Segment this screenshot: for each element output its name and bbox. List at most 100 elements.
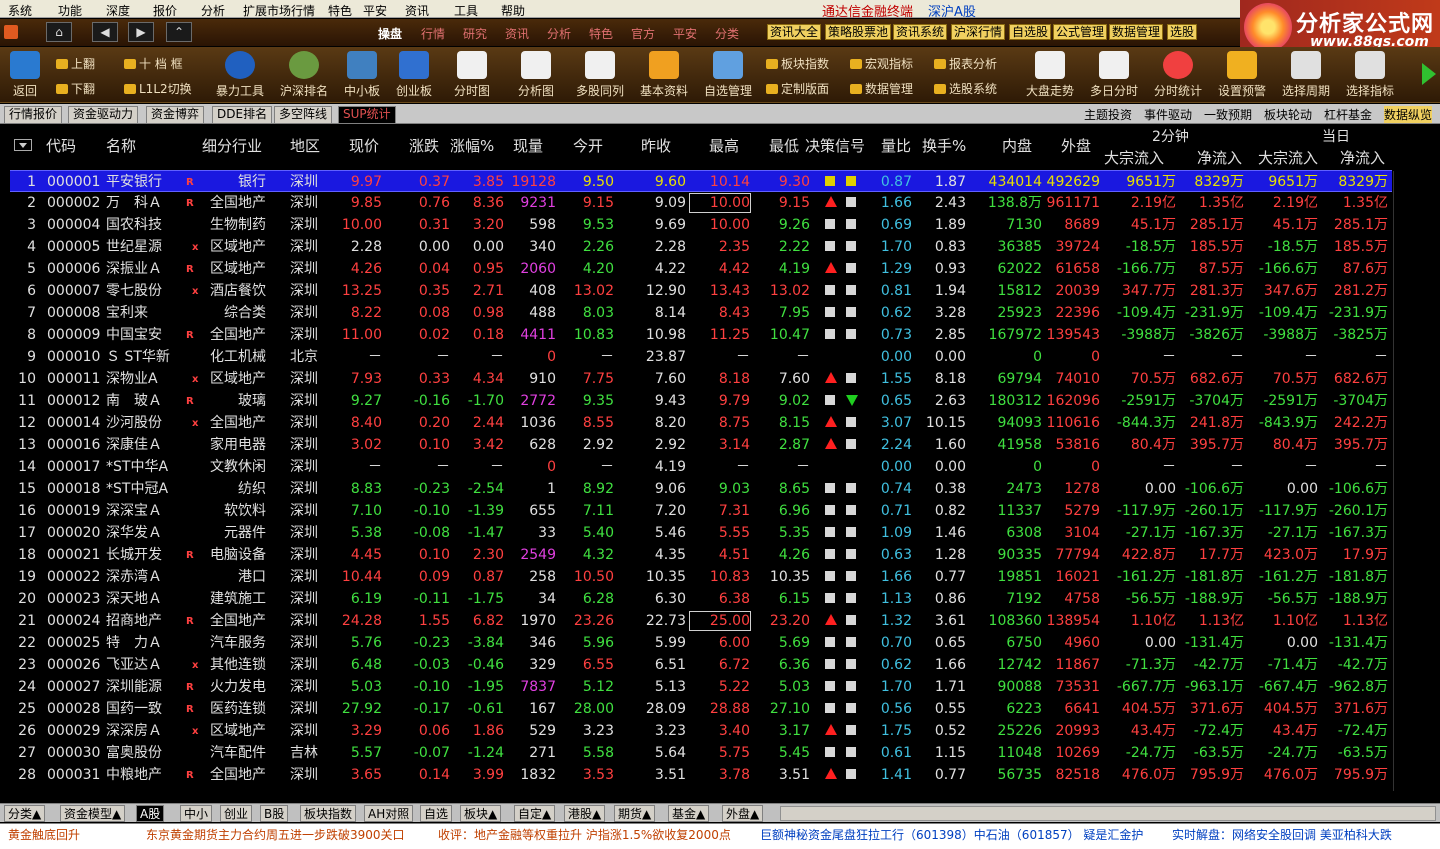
header-high[interactable]: 最高	[709, 135, 739, 156]
toolbar-timechart[interactable]: 分时图	[450, 47, 494, 103]
header-name[interactable]: 名称	[106, 135, 136, 156]
table-row[interactable]: 15 000018 *ST中冠A 纺织 深圳 8.83 -0.23 -2.54 1 8.92 9.0…	[10, 478, 1392, 500]
up-button[interactable]: ⌃	[166, 22, 192, 42]
toolbar-period[interactable]: 选择周期	[1278, 47, 1334, 103]
table-row[interactable]: 24 000027 深圳能源 火力发电 深圳 5.03 -0.10 -1.95 7837 5.12…	[10, 676, 1392, 698]
btn-formula[interactable]: 公式管理	[1053, 24, 1108, 40]
btab-b-share[interactable]: B股	[260, 805, 289, 822]
header-bigin-today[interactable]: 大宗流入	[1258, 147, 1318, 168]
toolbar-multiday[interactable]: 多日分时	[1086, 47, 1142, 103]
table-row[interactable]: 1 000001 平安银行 银行 深圳 9.97 0.37 3.85 19128 9.50 9.60…	[10, 170, 1392, 192]
header-low[interactable]: 最低	[769, 135, 799, 156]
toolbar-basic[interactable]: 基本资料	[636, 47, 692, 103]
play-icon[interactable]	[1422, 63, 1436, 85]
header-turnover[interactable]: 换手%	[922, 135, 966, 156]
table-row[interactable]: 21 000024 招商地产 全国地产 深圳 24.28 1.55 6.82 1970 23.26…	[10, 610, 1392, 632]
toolbar-datamgr[interactable]: 数据管理	[850, 80, 913, 97]
tab-news[interactable]: 资讯	[505, 25, 529, 42]
tab-trade[interactable]: 操盘	[378, 25, 402, 42]
btab-category[interactable]: 分类▲	[4, 805, 46, 822]
toolbar-small[interactable]: 中小板	[340, 47, 384, 103]
table-row[interactable]: 3 000004 国农科技 生物制药 深圳 10.00 0.31 3.20 598 9.53 9.6…	[10, 214, 1392, 236]
btab-smallcap[interactable]: 中小	[180, 805, 213, 822]
toolbar-layout[interactable]: 定制版面	[766, 80, 829, 97]
menu-info[interactable]: 资讯	[405, 2, 429, 19]
header-price[interactable]: 现价	[349, 135, 379, 156]
header-inner[interactable]: 内盘	[1002, 135, 1032, 156]
menu-depth[interactable]: 深度	[106, 2, 130, 19]
menu-function[interactable]: 功能	[58, 2, 82, 19]
table-row[interactable]: 9 000010 Ｓ ST华新 化工机械 北京 － － － 0 － 23.87 － － 0.00 0.00 0…	[10, 346, 1392, 368]
btab-hk[interactable]: 港股▲	[564, 805, 606, 822]
table-row[interactable]: 17 000020 深华发Ａ 元器件 深圳 5.38 -0.08 -1.47 33 5.40 5.4…	[10, 522, 1392, 544]
header-bigin-2min[interactable]: 大宗流入	[1104, 147, 1164, 168]
menu-analysis[interactable]: 分析	[201, 2, 225, 19]
ticker-item[interactable]: 实时解盘：网络安全股回调 美亚柏科大跌	[1172, 826, 1392, 843]
tab-theme[interactable]: 主题投资	[1084, 106, 1132, 123]
table-row[interactable]: 26 000029 深深房Ａ 区域地产 深圳 3.29 0.06 1.86 529 3.23 3.2…	[10, 720, 1392, 742]
table-row[interactable]: 8 000009 中国宝安 全国地产 深圳 11.00 0.02 0.18 4411 10.83 1…	[10, 324, 1392, 346]
tab-sup[interactable]: SUP统计	[338, 106, 396, 123]
table-row[interactable]: 23 000026 飞亚达Ａ 其他连锁 深圳 6.48 -0.03 -0.46 329 6.55 6…	[10, 654, 1392, 676]
header-open[interactable]: 今开	[573, 135, 603, 156]
table-row[interactable]: 25 000028 国药一致 医药连锁 深圳 27.92 -0.17 -0.61 167 28.0…	[10, 698, 1392, 720]
ticker-item[interactable]: 巨额神秘资金尾盘狂拉工行（601398）中石油（601857） 疑是汇金护	[760, 826, 1143, 843]
tab-longshort[interactable]: 多空阵线	[274, 106, 333, 123]
table-row[interactable]: 5 000006 深振业Ａ 区域地产 深圳 4.26 0.04 0.95 2060 4.20 4.2…	[10, 258, 1392, 280]
btab-futures[interactable]: 期货▲	[614, 805, 656, 822]
btab-a-share[interactable]: A股	[136, 805, 165, 822]
header-ratio[interactable]: 量比	[881, 135, 911, 156]
toolbar-timestat[interactable]: 分时统计	[1150, 47, 1206, 103]
tab-rotation[interactable]: 板块轮动	[1264, 106, 1312, 123]
btab-fund[interactable]: 基金▲	[668, 805, 710, 822]
toolbar-level-box[interactable]: 十 档 框	[124, 55, 183, 72]
ticker-item[interactable]: 黄金触底回升	[8, 826, 80, 843]
tab-consensus[interactable]: 一致预期	[1204, 106, 1252, 123]
menu-special[interactable]: 特色	[328, 2, 352, 19]
table-row[interactable]: 28 000031 中粮地产 全国地产 深圳 3.65 0.14 3.99 1832 3.53 3.…	[10, 764, 1392, 786]
toolbar-hs-rank[interactable]: 沪深排名	[276, 47, 332, 103]
tab-research[interactable]: 研究	[463, 25, 487, 42]
menu-system[interactable]: 系统	[8, 2, 32, 19]
ticker-item[interactable]: 东京黄金期货主力合约周五进一步跌破3900关口	[146, 826, 405, 843]
tab-fund-drive[interactable]: 资金驱动力	[68, 106, 139, 123]
toolbar-back[interactable]: 返回	[4, 47, 46, 103]
table-row[interactable]: 7 000008 宝利来 综合类 深圳 8.22 0.08 0.98 488 8.03 8.14 8.…	[10, 302, 1392, 324]
ticker-item[interactable]: 收评：地产金融等权重拉升 沪指涨1.5%欲收复2000点	[438, 826, 731, 843]
table-row[interactable]: 14 000017 *ST中华A 文教休闲 深圳 － － － 0 － 4.19 － － 0.00 0.00 0…	[10, 456, 1392, 478]
header-pct[interactable]: 涨幅%	[450, 135, 494, 156]
btab-sector[interactable]: 板块▲	[460, 805, 502, 822]
toolbar-analysis[interactable]: 分析图	[514, 47, 558, 103]
header-vol[interactable]: 现量	[513, 135, 543, 156]
header-netin-2min[interactable]: 净流入	[1197, 147, 1242, 168]
forward-button[interactable]: ▶	[128, 22, 154, 42]
toolbar-gem[interactable]: 创业板	[392, 47, 436, 103]
btab-sector-index[interactable]: 板块指数	[300, 805, 357, 822]
btab-watchlist[interactable]: 自选	[420, 805, 453, 822]
header-outer[interactable]: 外盘	[1061, 135, 1091, 156]
tab-leverage[interactable]: 杠杆基金	[1324, 106, 1372, 123]
toolbar-sector[interactable]: 板块指数	[766, 55, 829, 72]
toolbar-report[interactable]: 报表分析	[934, 55, 997, 72]
toolbar-pageup[interactable]: 上翻	[56, 55, 95, 72]
tab-quote[interactable]: 行情	[421, 25, 445, 42]
table-row[interactable]: 13 000016 深康佳Ａ 家用电器 深圳 3.02 0.10 3.42 628 2.92 2.9…	[10, 434, 1392, 456]
btn-info-system[interactable]: 资讯系统	[893, 24, 948, 40]
toolbar-l1l2[interactable]: L1L2切换	[124, 80, 192, 97]
header-industry[interactable]: 细分行业	[202, 135, 262, 156]
menu-tools[interactable]: 工具	[454, 2, 478, 19]
menu-pingan[interactable]: 平安	[363, 2, 387, 19]
btab-custom[interactable]: 自定▲	[514, 805, 556, 822]
header-change[interactable]: 涨跌	[409, 135, 439, 156]
toolbar-macro[interactable]: 宏观指标	[850, 55, 913, 72]
tab-fund-game[interactable]: 资金博弈	[146, 106, 205, 123]
toolbar-pagedown[interactable]: 下翻	[56, 80, 95, 97]
table-row[interactable]: 16 000019 深深宝Ａ 软饮料 深圳 7.10 -0.10 -1.39 655 7.11 7.…	[10, 500, 1392, 522]
table-row[interactable]: 10 000011 深物业A 区域地产 深圳 7.93 0.33 4.34 910 7.75 7.6…	[10, 368, 1392, 390]
horizontal-scrollbar[interactable]	[780, 806, 1436, 821]
toolbar-custom[interactable]: 自选管理	[700, 47, 756, 103]
tab-pingan[interactable]: 平安	[673, 25, 697, 42]
table-row[interactable]: 2 000002 万 科Ａ 全国地产 深圳 9.85 0.76 8.36 9231 9.15 9.0…	[10, 192, 1392, 214]
btn-watchlist[interactable]: 自选股	[1009, 24, 1052, 40]
header-netin-today[interactable]: 净流入	[1340, 147, 1385, 168]
